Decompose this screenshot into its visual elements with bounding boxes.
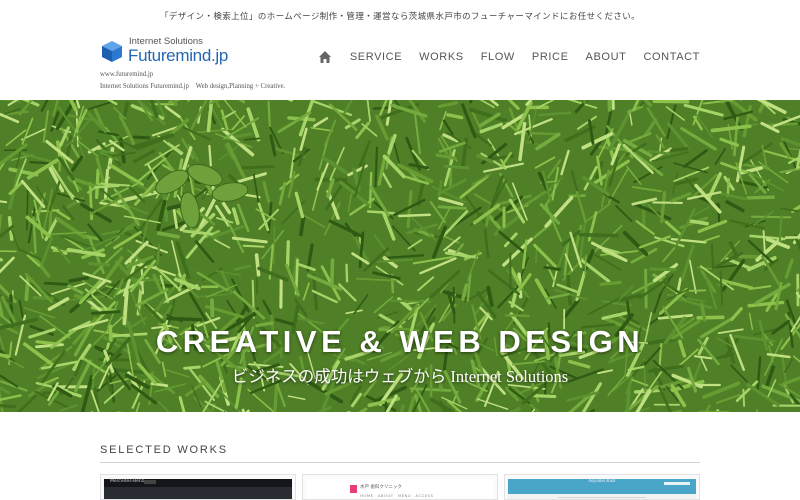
- work-3-body: [508, 494, 696, 499]
- main-nav: SERVICE WORKS FLOW PRICE ABOUT CONTACT: [318, 50, 700, 64]
- work-1-hero: [104, 487, 292, 499]
- work-1-label: Mercedes-Benz: [110, 479, 145, 484]
- work-2-preview: 水戸 歯科クリニック HOME ABOUT MENU ACCESS: [306, 479, 494, 499]
- logo-name: Futuremind: [128, 46, 211, 65]
- work-thumbnail-2[interactable]: 水戸 歯科クリニック HOME ABOUT MENU ACCESS: [302, 474, 498, 500]
- hero-title: CREATIVE & WEB DESIGN: [155, 324, 645, 359]
- nav-service[interactable]: SERVICE: [350, 50, 402, 64]
- site-url: www.futuremind.jp: [100, 71, 154, 78]
- work-3-header: Aoyama Kids: [508, 479, 696, 494]
- section-divider: [100, 462, 700, 463]
- nav-price[interactable]: PRICE: [532, 50, 569, 64]
- work-1-logo: [144, 480, 156, 484]
- selected-works-heading: SELECTED WORKS: [100, 444, 228, 456]
- site-logo[interactable]: Internet Solutions Futuremind.jp: [100, 36, 260, 70]
- nav-about[interactable]: ABOUT: [586, 50, 627, 64]
- work-thumbnail-3[interactable]: Aoyama Kids: [504, 474, 700, 500]
- header-tagline: 「デザイン・検索上位」のホームページ制作・管理・運営なら茨城県水戸市のフューチャ…: [159, 12, 641, 22]
- logo-cube-icon: [102, 41, 122, 62]
- work-3-tab: [664, 482, 690, 485]
- nav-flow[interactable]: FLOW: [481, 50, 515, 64]
- work-2-logo: [350, 485, 357, 493]
- work-3-divider: [558, 497, 646, 498]
- logo-suffix: .jp: [210, 46, 229, 65]
- logo-wordmark: Futuremind.jp: [128, 46, 228, 66]
- work-1-preview: Mercedes-Benz: [104, 479, 292, 499]
- site-description: Internet Solutions Futuremind.jp Web des…: [100, 83, 286, 90]
- home-icon[interactable]: [318, 50, 332, 64]
- nav-works[interactable]: WORKS: [419, 50, 464, 64]
- hero-banner: CREATIVE & WEB DESIGN ビジネスの成功はウェブから Inte…: [0, 100, 800, 412]
- nav-contact[interactable]: CONTACT: [643, 50, 700, 64]
- works-gallery: Mercedes-Benz 水戸 歯科クリニック HOME ABOUT MENU…: [100, 474, 700, 500]
- hero-subtitle: ビジネスの成功はウェブから Internet Solutions: [231, 367, 569, 386]
- work-2-label: 水戸 歯科クリニック: [360, 485, 402, 490]
- work-thumbnail-1[interactable]: Mercedes-Benz: [100, 474, 296, 500]
